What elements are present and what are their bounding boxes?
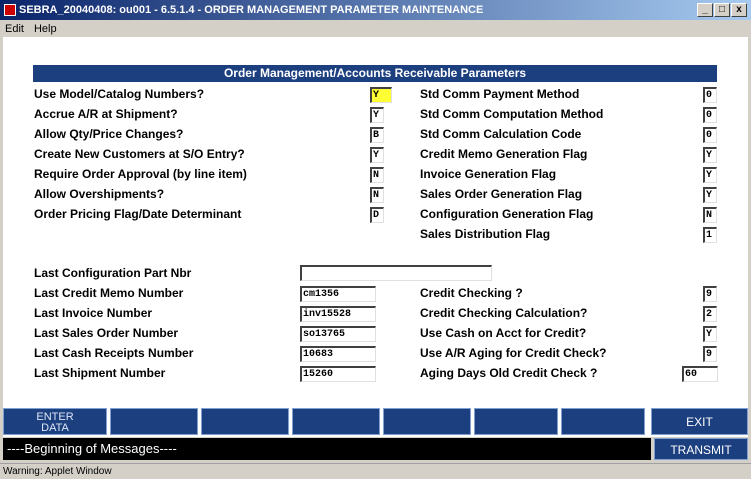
function-key-6[interactable]: [474, 408, 558, 435]
transmit-button[interactable]: TRANSMIT: [654, 438, 748, 460]
field-create-customers[interactable]: Y: [370, 147, 384, 163]
label-accrue-ar: Accrue A/R at Shipment?: [34, 107, 178, 121]
function-key-5[interactable]: [383, 408, 471, 435]
menu-help[interactable]: Help: [29, 23, 62, 35]
minimize-button[interactable]: _: [697, 3, 713, 17]
field-require-approval[interactable]: N: [370, 167, 384, 183]
field-credit-checking-calc[interactable]: 2: [703, 306, 717, 322]
label-order-pricing: Order Pricing Flag/Date Determinant: [34, 207, 242, 221]
label-credit-memo-flag: Credit Memo Generation Flag: [420, 147, 588, 161]
field-sales-distribution[interactable]: 1: [703, 227, 717, 243]
label-last-shipment: Last Shipment Number: [34, 366, 166, 380]
function-key-7[interactable]: [561, 408, 645, 435]
label-require-approval: Require Order Approval (by line item): [34, 167, 247, 181]
field-std-comm-payment[interactable]: 0: [703, 87, 717, 103]
field-use-ar-aging[interactable]: 9: [703, 346, 717, 362]
field-configuration-flag[interactable]: N: [703, 207, 717, 223]
label-sales-distribution: Sales Distribution Flag: [420, 227, 551, 241]
close-button[interactable]: x: [731, 3, 747, 17]
field-std-comm-calculation[interactable]: 0: [703, 127, 717, 143]
label-use-cash-on-acct: Use Cash on Acct for Credit?: [420, 326, 587, 340]
window-controls: _ □ x: [696, 3, 747, 17]
field-use-cash-on-acct[interactable]: Y: [703, 326, 717, 342]
field-credit-checking[interactable]: 9: [703, 286, 717, 302]
status-bar: Warning: Applet Window: [0, 463, 751, 479]
menu-edit[interactable]: Edit: [0, 23, 29, 35]
label-sales-order-flag: Sales Order Generation Flag: [420, 187, 583, 201]
field-credit-memo-flag[interactable]: Y: [703, 147, 717, 163]
function-key-3[interactable]: [201, 408, 289, 435]
field-last-config-part[interactable]: [300, 265, 492, 281]
form-panel: Order Management/Accounts Receivable Par…: [3, 37, 748, 437]
section-header: Order Management/Accounts Receivable Par…: [33, 65, 717, 82]
label-allow-qty-price: Allow Qty/Price Changes?: [34, 127, 184, 141]
field-std-comm-computation[interactable]: 0: [703, 107, 717, 123]
label-credit-checking: Credit Checking ?: [420, 286, 523, 300]
function-key-2[interactable]: [110, 408, 198, 435]
field-accrue-ar[interactable]: Y: [370, 107, 384, 123]
exit-button[interactable]: EXIT: [651, 408, 748, 435]
app-icon: [4, 4, 16, 16]
field-use-model[interactable]: Y: [370, 87, 392, 103]
field-last-credit-memo[interactable]: cm1356: [300, 286, 376, 302]
title-bar: SEBRA_20040408: ou001 - 6.5.1.4 - ORDER …: [0, 0, 751, 20]
label-std-comm-payment: Std Comm Payment Method: [420, 87, 580, 101]
field-allow-overshipments[interactable]: N: [370, 187, 384, 203]
field-aging-days[interactable]: 60: [682, 366, 718, 382]
field-last-invoice[interactable]: inv15528: [300, 306, 376, 322]
window-title: SEBRA_20040408: ou001 - 6.5.1.4 - ORDER …: [19, 4, 484, 16]
enter-data-button[interactable]: ENTER DATA: [3, 408, 107, 435]
label-invoice-flag: Invoice Generation Flag: [420, 167, 557, 181]
label-aging-days: Aging Days Old Credit Check ?: [420, 366, 598, 380]
field-order-pricing[interactable]: D: [370, 207, 384, 223]
maximize-button[interactable]: □: [714, 3, 730, 17]
label-last-invoice: Last Invoice Number: [34, 306, 153, 320]
label-std-comm-computation: Std Comm Computation Method: [420, 107, 604, 121]
field-allow-qty-price[interactable]: B: [370, 127, 384, 143]
label-use-model: Use Model/Catalog Numbers?: [34, 87, 205, 101]
label-std-comm-calculation: Std Comm Calculation Code: [420, 127, 582, 141]
field-last-sales-order[interactable]: so13765: [300, 326, 376, 342]
label-create-customers: Create New Customers at S/O Entry?: [34, 147, 245, 161]
enter-data-line2: DATA: [41, 422, 69, 434]
menu-bar: Edit Help: [0, 20, 751, 37]
function-key-4[interactable]: [292, 408, 380, 435]
label-allow-overshipments: Allow Overshipments?: [34, 187, 165, 201]
label-last-cash-receipts: Last Cash Receipts Number: [34, 346, 194, 360]
field-sales-order-flag[interactable]: Y: [703, 187, 717, 203]
label-configuration-flag: Configuration Generation Flag: [420, 207, 594, 221]
label-credit-checking-calc: Credit Checking Calculation?: [420, 306, 588, 320]
label-use-ar-aging: Use A/R Aging for Credit Check?: [420, 346, 607, 360]
message-area: ----Beginning of Messages----: [3, 438, 651, 460]
field-invoice-flag[interactable]: Y: [703, 167, 717, 183]
field-last-shipment[interactable]: 15260: [300, 366, 376, 382]
label-last-config-part: Last Configuration Part Nbr: [34, 266, 192, 280]
field-last-cash-receipts[interactable]: 10683: [300, 346, 376, 362]
function-key-bar: ENTER DATA EXIT: [3, 408, 748, 436]
label-last-credit-memo: Last Credit Memo Number: [34, 286, 184, 300]
label-last-sales-order: Last Sales Order Number: [34, 326, 179, 340]
